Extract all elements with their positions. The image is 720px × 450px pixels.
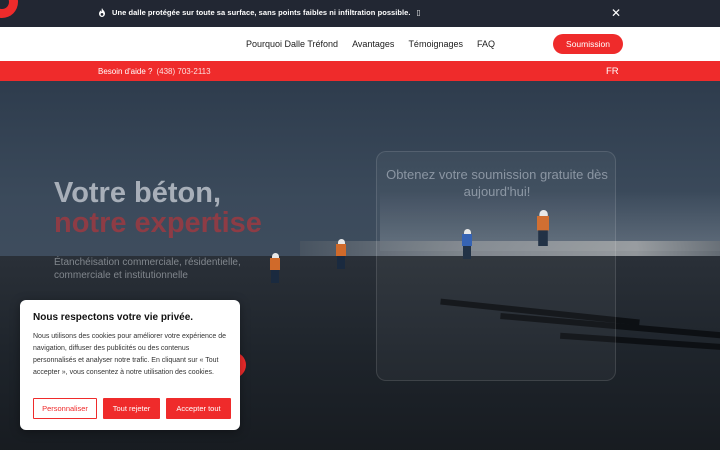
announcement-bar: Une dalle protégée sur toute sa surface,… [0,0,720,27]
announcement-trailing-glyph: ▯ [416,8,421,17]
nav-item-pourquoi[interactable]: Pourquoi Dalle Tréfond [246,39,338,49]
hero-title-line2: notre expertise [54,207,262,239]
cookie-body: Nous utilisons des cookies pour améliore… [33,333,226,376]
hero-title-line1: Votre béton, [54,177,222,209]
worker-figure [336,239,346,269]
quote-form-title: Obtenez votre soumission gratuite dès au… [386,167,608,199]
help-bar: Besoin d'aide ? (438) 703-2113 FR [0,61,720,81]
cookie-customize-button[interactable]: Personnaliser [33,398,97,419]
main-nav: Pourquoi Dalle Tréfond Avantages Témoign… [0,27,720,61]
nav-item-faq[interactable]: FAQ [477,39,495,49]
nav-item-temoignages[interactable]: Témoignages [408,39,463,49]
nav-menu: Pourquoi Dalle Tréfond Avantages Témoign… [246,39,495,49]
cookie-consent-dialog: Nous respectons votre vie privée. Nous u… [20,300,240,430]
quote-form-card: Obtenez votre soumission gratuite dès au… [376,151,616,381]
hero-title: Votre béton, notre expertise [54,178,262,238]
fire-icon [99,8,105,17]
help-label: Besoin d'aide ? [98,67,153,76]
help-contact: Besoin d'aide ? (438) 703-2113 [98,67,211,76]
announcement-message: Une dalle protégée sur toute sa surface,… [98,8,421,17]
close-icon[interactable]: ✕ [610,6,622,20]
nav-item-avantages[interactable]: Avantages [352,39,394,49]
phone-link[interactable]: (438) 703-2113 [156,67,210,76]
language-switcher[interactable]: FR [606,66,619,77]
cookie-title: Nous respectons votre vie privée. [33,312,194,323]
cookie-actions: Personnaliser Tout rejeter Accepter tout [33,398,231,419]
hero-subtitle: Étanchéisation commerciale, résidentiell… [54,257,241,281]
cookie-reject-button[interactable]: Tout rejeter [103,398,160,419]
announcement-text: Une dalle protégée sur toute sa surface,… [112,8,411,17]
cookie-accept-button[interactable]: Accepter tout [166,398,231,419]
brand-logo[interactable] [0,0,18,18]
soumission-button[interactable]: Soumission [553,34,623,54]
